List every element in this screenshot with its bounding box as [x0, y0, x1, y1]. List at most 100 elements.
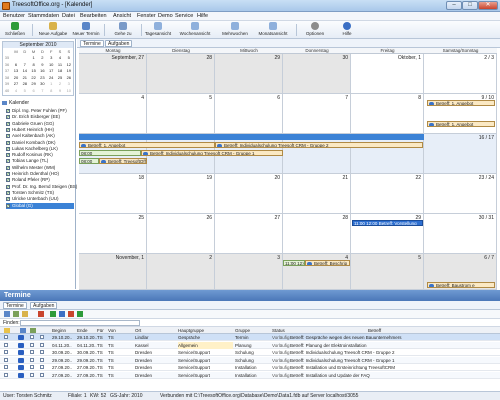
mini-calendar-day[interactable]: 30 [38, 81, 46, 87]
open-icon[interactable] [4, 311, 10, 317]
mini-calendar-day[interactable]: 16 [38, 68, 46, 74]
calendar-item[interactable]: Dr. Erich Eisberger (EE) [6, 114, 74, 120]
table-row[interactable]: 30.09.20.. 30.09.20.. TS TS Dresden Service/S… [0, 349, 500, 356]
mini-calendar-day[interactable]: 10 [47, 62, 55, 68]
column-betreff[interactable]: Betreff [368, 327, 381, 334]
calendar-item[interactable]: Prof. Dr. Ing. Bernd Steigen (BS) [6, 184, 77, 190]
mini-calendar-day[interactable]: 29 [30, 81, 38, 87]
appointment[interactable]: Betreff: Individualschulung Treesoft CRM… [215, 142, 423, 148]
day-cell[interactable]: 23 / 24 [424, 174, 497, 214]
row-done-checkbox[interactable] [30, 365, 34, 369]
mini-calendar-day[interactable]: 8 [30, 62, 38, 68]
mini-calendar-day[interactable]: 17 [47, 68, 55, 74]
menu-benutzer[interactable]: Benutzer [3, 13, 25, 19]
day-cell[interactable]: 28 [147, 54, 215, 94]
delete-icon[interactable] [38, 311, 44, 317]
day-cell[interactable]: 27 [215, 214, 283, 254]
day-cell[interactable]: 2 [147, 254, 215, 290]
row-alarm-checkbox[interactable] [40, 357, 44, 362]
help-button[interactable]: Hilfe [337, 22, 357, 38]
appointment[interactable]: Betreff: Baustrom e [427, 282, 495, 288]
day-cell[interactable]: 7 [283, 94, 351, 134]
calendar-checkbox[interactable] [6, 184, 10, 190]
row-checkbox[interactable] [4, 365, 8, 369]
mini-calendar-day[interactable]: 28 [21, 81, 29, 87]
options-button[interactable]: Optionen [301, 22, 329, 38]
day-cell[interactable]: September, 27 [79, 54, 147, 94]
day-cell[interactable]: 22 [351, 174, 424, 214]
calendar-item[interactable]: Ulricke Unterbach (UU) [6, 196, 74, 202]
maximize-button[interactable]: □ [462, 1, 478, 10]
calendar-checkbox[interactable] [6, 196, 10, 202]
day-cell[interactable]: 8 [351, 94, 424, 134]
mini-calendar-day[interactable]: 19 [65, 68, 73, 74]
row-alarm-checkbox[interactable] [40, 342, 44, 347]
calendar-item[interactable]: Dipl. Ing. Peter Fuhlen (PF) [6, 108, 74, 114]
day-cell[interactable]: 3 [215, 254, 283, 290]
column-hauptgruppe[interactable]: Hauptgruppe [178, 327, 204, 334]
appointment[interactable]: Betreff: 1. Angebot [427, 100, 495, 106]
mini-calendar-day[interactable]: 11 [56, 62, 64, 68]
mini-calendar-day[interactable]: 27 [12, 81, 20, 87]
remove-icon[interactable] [68, 311, 74, 317]
day-cell[interactable]: 4 [79, 94, 147, 134]
mini-calendar-day[interactable]: 4 [56, 55, 64, 61]
column-beginn[interactable]: Beginn [52, 327, 66, 334]
tab-aufgaben[interactable]: Aufgaben [105, 40, 133, 47]
menu-ansicht[interactable]: Ansicht [113, 13, 131, 19]
table-row[interactable]: 29.09.20.. 29.09.20.. TS TS Dresden Service/S… [0, 356, 500, 364]
appointment[interactable]: Betreff: Individualschulung Treesoft CRM… [141, 150, 283, 156]
month-view-button[interactable]: Monatsansicht [255, 22, 291, 38]
mini-calendar-day[interactable]: 9 [56, 88, 64, 94]
calendar-item[interactable]: Roland Pfeler (RP) [6, 177, 74, 183]
table-row[interactable]: 29.10.20.. 29.10.20.. TS TS Lindlar Gespräche… [0, 334, 500, 341]
mini-calendar-day[interactable]: 15 [30, 68, 38, 74]
mini-calendar-day[interactable]: 24 [47, 75, 55, 81]
appointment[interactable]: Betreff: TreesoftOffice.org [99, 158, 147, 164]
tab-termine[interactable]: Termine [80, 40, 104, 47]
add-icon[interactable] [50, 311, 56, 317]
calendar-checkbox[interactable] [6, 190, 10, 196]
calendar-checkbox[interactable] [6, 177, 10, 183]
column-gruppe[interactable]: Gruppe [235, 327, 250, 334]
day-cell[interactable]: 29 [215, 54, 283, 94]
menu-bearbeiten[interactable]: Bearbeiten [80, 13, 107, 19]
day-cell[interactable]: 16 / 17 [424, 134, 497, 174]
day-cell[interactable]: 14 [283, 134, 351, 174]
new-appointment-button[interactable]: Neuer Termin [72, 22, 100, 38]
calendar-item[interactable]: Hubert Heinrich (HH) [6, 127, 74, 133]
mini-calendar-day[interactable]: 7 [21, 62, 29, 68]
day-cell[interactable]: 25 [79, 214, 147, 254]
column-von[interactable]: Von [108, 327, 116, 334]
calendar-checkbox[interactable] [6, 108, 10, 114]
mini-calendar-day[interactable]: 5 [65, 55, 73, 61]
menu-datei[interactable]: Datei [62, 13, 75, 19]
bottom-tab-termine[interactable]: Termine [3, 302, 27, 309]
mini-calendar-day[interactable]: 5 [21, 88, 29, 94]
calendar-item[interactable]: Global (G) [6, 202, 74, 209]
mini-calendar-day[interactable]: 9 [38, 62, 46, 68]
filter-input[interactable] [20, 320, 140, 326]
appointment[interactable]: 08:00 [79, 158, 99, 164]
calendar-checkbox[interactable] [6, 165, 10, 171]
menu-fenster[interactable]: Fenster [137, 13, 156, 19]
appointment[interactable]: 11:00 12:00 [283, 260, 305, 266]
mini-calendar-day[interactable]: 8 [47, 88, 55, 94]
close-button[interactable]: ✕ [478, 1, 498, 10]
row-checkbox[interactable] [4, 335, 8, 339]
mini-calendar-day[interactable]: 12 [65, 62, 73, 68]
row-done-checkbox[interactable] [30, 372, 34, 377]
edit-icon[interactable] [59, 311, 65, 317]
column-fuer[interactable]: Für [97, 327, 104, 334]
row-checkbox[interactable] [4, 372, 8, 377]
mini-calendar-day[interactable]: 10 [65, 88, 73, 94]
appointment[interactable]: Betreff: 1. Angebot [427, 121, 495, 127]
table-row[interactable]: 27.09.20.. 27.09.20.. TS TS Dresden Service/S… [0, 364, 500, 371]
mini-calendar-day[interactable]: 23 [38, 75, 46, 81]
mini-calendar-day[interactable]: 22 [30, 75, 38, 81]
day-cell[interactable]: 19 [147, 174, 215, 214]
mini-calendar-day[interactable]: 1 [30, 55, 38, 61]
column-status[interactable]: Status [272, 327, 285, 334]
day-cell[interactable]: 18 [79, 174, 147, 214]
mini-calendar-day[interactable]: 26 [65, 75, 73, 81]
